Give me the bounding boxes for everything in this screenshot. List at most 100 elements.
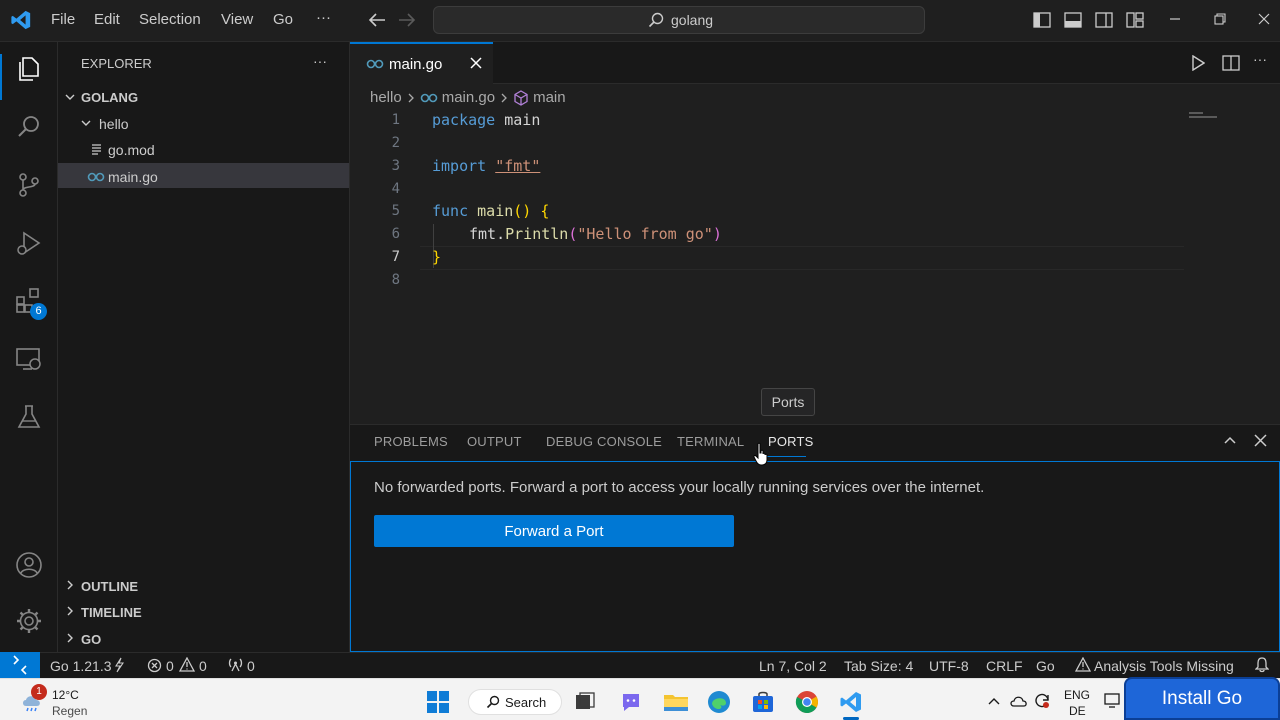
input-language-bottom[interactable]: DE bbox=[1069, 704, 1086, 718]
command-center-search[interactable]: golang bbox=[433, 6, 925, 34]
go-version-status[interactable]: Go 1.21.3 bbox=[50, 658, 112, 674]
tab-output[interactable]: OUTPUT bbox=[467, 434, 522, 449]
testing-flask-icon[interactable] bbox=[14, 402, 44, 432]
code-line-5[interactable]: func main() { bbox=[432, 202, 549, 220]
remote-explorer-icon[interactable] bbox=[14, 344, 44, 374]
keyword: import bbox=[432, 157, 487, 175]
tab-main-go[interactable]: main.go bbox=[350, 42, 493, 84]
timeline-section[interactable]: TIMELINE bbox=[81, 605, 142, 620]
search-label: golang bbox=[671, 12, 714, 28]
tab-problems[interactable]: PROBLEMS bbox=[374, 434, 448, 449]
forward-arrow-icon[interactable] bbox=[398, 12, 416, 31]
extensions-badge: 6 bbox=[30, 303, 47, 320]
error-count[interactable]: 0 bbox=[166, 658, 174, 674]
customize-layout-icon[interactable] bbox=[1126, 11, 1144, 32]
cursor-position[interactable]: Ln 7, Col 2 bbox=[759, 658, 827, 674]
close-window-icon[interactable] bbox=[1257, 12, 1271, 29]
taskbar-search[interactable]: Search bbox=[468, 689, 562, 715]
sync-icon[interactable] bbox=[1033, 692, 1051, 713]
menu-selection[interactable]: Selection bbox=[139, 11, 201, 28]
notifications-bell-icon[interactable] bbox=[1254, 657, 1270, 676]
chrome-browser-icon[interactable] bbox=[795, 690, 819, 717]
menu-go[interactable]: Go bbox=[273, 11, 293, 28]
tab-terminal[interactable]: TERMINAL bbox=[677, 434, 744, 449]
lightning-icon bbox=[114, 657, 125, 676]
menu-more[interactable]: ··· bbox=[316, 9, 331, 26]
explorer-more-actions[interactable]: ··· bbox=[313, 53, 327, 69]
paren: () bbox=[513, 202, 532, 220]
vscode-taskbar-icon[interactable] bbox=[839, 690, 863, 717]
language-mode[interactable]: Go bbox=[1036, 658, 1055, 674]
settings-gear-icon[interactable] bbox=[14, 606, 44, 636]
toggle-secondary-sidebar-icon[interactable] bbox=[1095, 11, 1113, 32]
teams-chat-icon[interactable] bbox=[619, 690, 643, 717]
analysis-tools-status[interactable]: Analysis Tools Missing bbox=[1094, 658, 1234, 674]
breadcrumb-symbol[interactable]: main bbox=[533, 89, 566, 106]
brace: { bbox=[540, 202, 550, 220]
close-panel-icon[interactable] bbox=[1254, 434, 1267, 450]
back-arrow-icon[interactable] bbox=[368, 12, 386, 31]
explorer-files-icon[interactable] bbox=[14, 54, 44, 84]
chevron-right-icon[interactable] bbox=[64, 579, 76, 594]
activity-bar: 6 bbox=[0, 42, 58, 652]
explorer-sidebar bbox=[58, 42, 350, 652]
run-and-debug-icon[interactable] bbox=[14, 228, 44, 258]
tab-size[interactable]: Tab Size: 4 bbox=[844, 658, 913, 674]
code-line-6[interactable]: fmt.Println("Hello from go") bbox=[469, 225, 722, 243]
keyword: package bbox=[432, 111, 496, 129]
chevron-down-icon[interactable] bbox=[80, 117, 92, 132]
menu-file[interactable]: File bbox=[51, 11, 75, 28]
tab-label: main.go bbox=[389, 56, 443, 73]
search-activity-icon[interactable] bbox=[14, 112, 44, 142]
account-icon[interactable] bbox=[14, 550, 44, 580]
folder-hello[interactable]: hello bbox=[99, 116, 129, 132]
warning-count[interactable]: 0 bbox=[199, 658, 207, 674]
file-main-go[interactable]: main.go bbox=[108, 169, 158, 185]
restore-icon[interactable] bbox=[1213, 12, 1227, 29]
windows-start-icon[interactable] bbox=[426, 690, 450, 717]
tab-debug-console[interactable]: DEBUG CONSOLE bbox=[546, 434, 662, 449]
maximize-panel-icon[interactable] bbox=[1223, 434, 1237, 449]
menu-edit[interactable]: Edit bbox=[94, 11, 120, 28]
run-file-icon[interactable] bbox=[1191, 54, 1206, 74]
toggle-primary-sidebar-icon[interactable] bbox=[1033, 11, 1051, 32]
split-editor-icon[interactable] bbox=[1222, 54, 1240, 75]
code-line-7[interactable]: } bbox=[432, 248, 441, 266]
chevron-up-icon[interactable] bbox=[987, 695, 1001, 710]
go-section[interactable]: GO bbox=[81, 632, 101, 647]
edge-browser-icon[interactable] bbox=[707, 690, 731, 717]
network-display-icon[interactable] bbox=[1104, 692, 1124, 713]
chevron-right-icon[interactable] bbox=[64, 605, 76, 620]
remote-indicator[interactable] bbox=[0, 652, 40, 678]
current-line-highlight bbox=[420, 246, 1184, 270]
file-explorer-icon[interactable] bbox=[663, 690, 689, 717]
code-line-3[interactable]: import "fmt" bbox=[432, 157, 540, 175]
file-encoding[interactable]: UTF-8 bbox=[929, 658, 969, 674]
onedrive-cloud-icon[interactable] bbox=[1009, 693, 1029, 712]
chevron-down-icon[interactable] bbox=[64, 91, 76, 106]
end-of-line[interactable]: CRLF bbox=[986, 658, 1023, 674]
microsoft-store-icon[interactable] bbox=[751, 690, 775, 717]
close-tab-icon[interactable] bbox=[470, 57, 482, 72]
editor-more-actions[interactable]: ··· bbox=[1253, 51, 1267, 67]
forward-port-button[interactable]: Forward a Port bbox=[374, 515, 734, 547]
minimize-icon[interactable] bbox=[1168, 12, 1182, 29]
outline-section[interactable]: OUTLINE bbox=[81, 579, 138, 594]
input-language-top[interactable]: ENG bbox=[1064, 688, 1090, 702]
workspace-root[interactable]: GOLANG bbox=[81, 90, 138, 105]
line-number: 2 bbox=[391, 135, 400, 151]
tab-ports[interactable]: PORTS bbox=[768, 434, 814, 449]
minimap[interactable] bbox=[1189, 112, 1221, 122]
chevron-right-icon[interactable] bbox=[64, 632, 76, 647]
source-control-icon[interactable] bbox=[14, 170, 44, 200]
file-go-mod[interactable]: go.mod bbox=[108, 142, 155, 158]
breadcrumb-folder[interactable]: hello bbox=[370, 89, 402, 106]
code-line-1[interactable]: package main bbox=[432, 111, 540, 129]
install-go-button[interactable]: Install Go bbox=[1124, 677, 1280, 720]
forwarded-ports-count[interactable]: 0 bbox=[247, 658, 255, 674]
toggle-panel-icon[interactable] bbox=[1064, 11, 1082, 32]
task-view-icon[interactable] bbox=[575, 692, 595, 715]
menu-view[interactable]: View bbox=[221, 11, 253, 28]
breadcrumb-file[interactable]: main.go bbox=[442, 89, 495, 106]
weather-badge: 1 bbox=[31, 684, 47, 700]
